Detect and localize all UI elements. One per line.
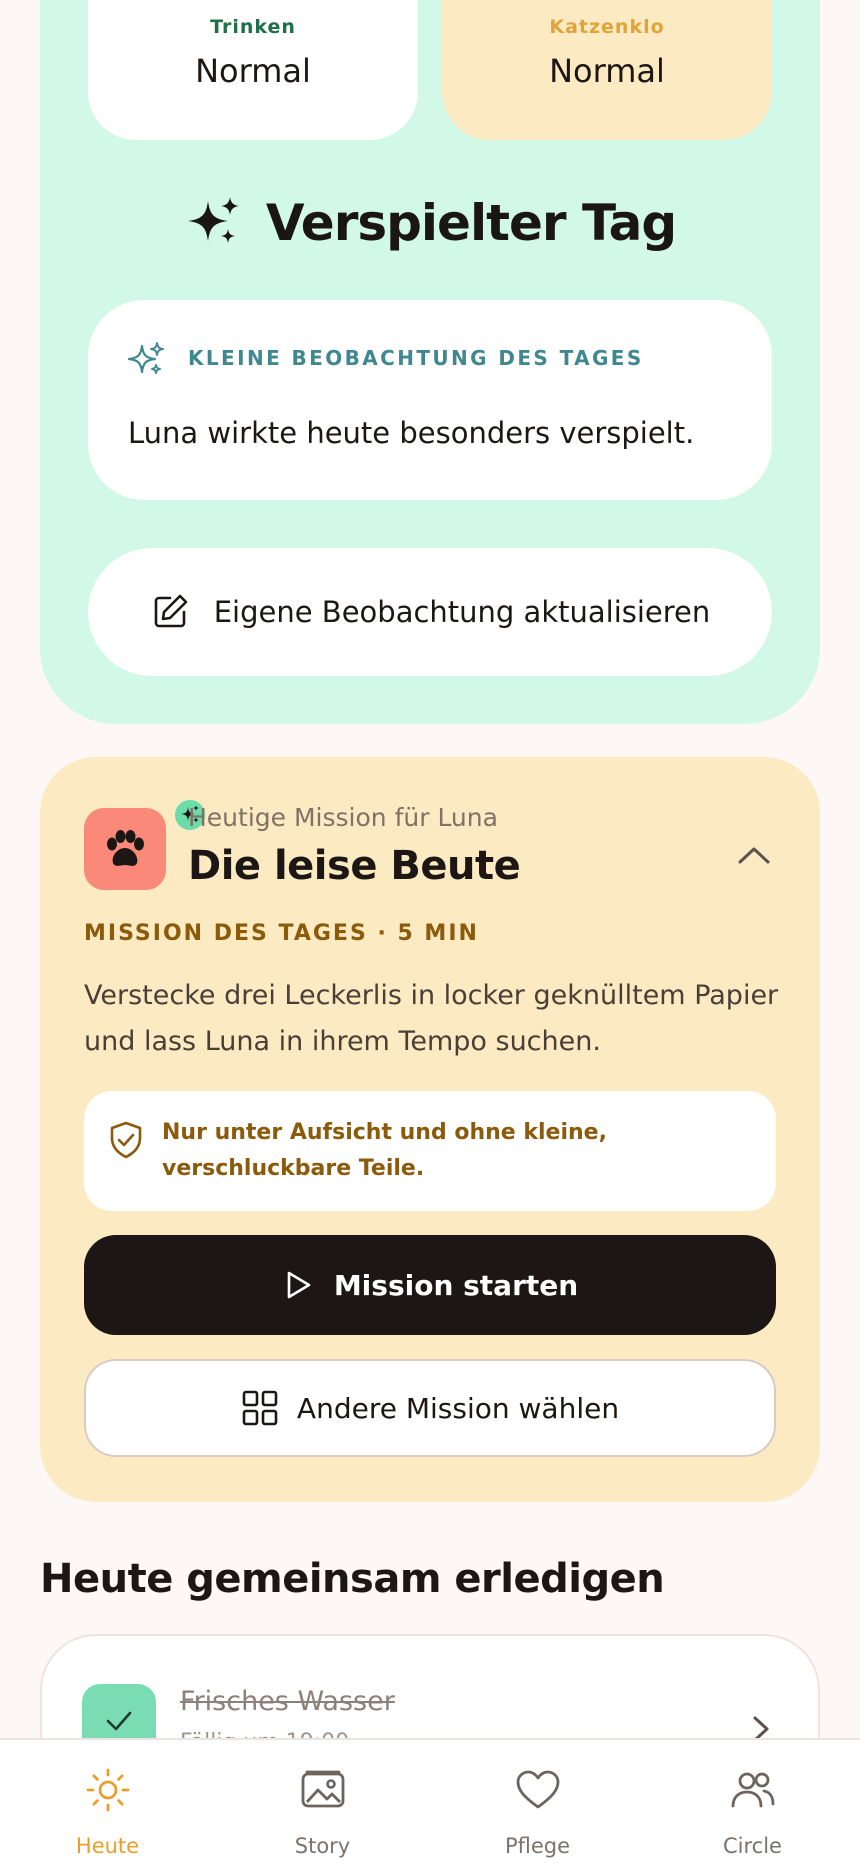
litter-stat-value: Normal — [549, 52, 665, 90]
nav-item-heute[interactable]: Heute — [0, 1740, 215, 1864]
heart-icon — [516, 1770, 560, 1809]
start-mission-button[interactable]: Mission starten — [84, 1235, 776, 1335]
mission-title: Die leise Beute — [188, 843, 521, 889]
choose-other-mission-label: Andere Mission wählen — [296, 1391, 620, 1425]
gallery-icon — [301, 1770, 345, 1808]
observation-text: Luna wirkte heute besonders verspielt. — [128, 416, 695, 450]
safety-note-text: Nur unter Aufsicht und ohne kleine, vers… — [162, 1120, 607, 1181]
update-observation-label: Eigene Beobachtung aktualisieren — [213, 595, 711, 629]
sparkles-outline-icon — [127, 342, 164, 374]
observation-label: KLEINE BEOBACHTUNG DES TAGES — [188, 346, 644, 370]
paw-icon — [107, 830, 144, 866]
safety-note: Nur unter Aufsicht und ohne kleine, vers… — [84, 1091, 776, 1211]
sun-icon — [86, 1768, 130, 1812]
mission-subtitle: Heutige Mission für Luna — [188, 803, 498, 832]
check-icon — [106, 1711, 132, 1731]
bottom-navigation: Heute Story Pflege Circle — [0, 1738, 860, 1864]
day-title-text: Verspielter Tag — [265, 194, 677, 252]
day-title: Verspielter Tag — [0, 188, 860, 258]
mission-description: Verstecke drei Leckerlis in locker geknü… — [84, 980, 779, 1057]
collapse-mission-button[interactable] — [730, 835, 778, 875]
mission-card: Heutige Mission für Luna Die leise Beute… — [40, 757, 820, 1502]
chevron-up-icon — [738, 847, 770, 864]
drink-stat-value: Normal — [195, 52, 311, 90]
today-screen: Trinken Normal Katzenklo Normal Verspiel… — [0, 0, 860, 1864]
nav-label-heute: Heute — [75, 1834, 140, 1858]
nav-label-story: Story — [294, 1834, 351, 1858]
nav-label-pflege: Pflege — [504, 1834, 571, 1858]
drink-stat[interactable]: Trinken Normal — [88, 0, 418, 140]
litter-stat[interactable]: Katzenklo Normal — [442, 0, 772, 140]
play-icon — [287, 1271, 311, 1299]
drink-stat-label: Trinken — [210, 16, 296, 38]
observation-card: KLEINE BEOBACHTUNG DES TAGES Luna wirkte… — [88, 300, 772, 500]
nav-item-circle[interactable]: Circle — [645, 1740, 860, 1864]
mission-meta: MISSION DES TAGES · 5 MIN — [84, 921, 479, 946]
litter-stat-label: Katzenklo — [549, 16, 665, 38]
nav-label-circle: Circle — [723, 1834, 782, 1858]
grid-icon — [242, 1390, 278, 1426]
nav-item-pflege[interactable]: Pflege — [430, 1740, 645, 1864]
tasks-heading: Heute gemeinsam erledigen — [40, 1556, 665, 1602]
choose-other-mission-button[interactable]: Andere Mission wählen — [84, 1359, 776, 1457]
task-title: Frisches Wasser — [180, 1686, 395, 1717]
edit-icon — [154, 594, 188, 628]
people-icon — [731, 1772, 775, 1808]
mission-badge — [84, 808, 166, 890]
start-mission-label: Mission starten — [333, 1268, 579, 1302]
update-observation-button[interactable]: Eigene Beobachtung aktualisieren — [88, 548, 772, 676]
nav-item-story[interactable]: Story — [215, 1740, 430, 1864]
sparkles-icon — [187, 197, 239, 243]
shield-check-icon — [110, 1121, 142, 1159]
